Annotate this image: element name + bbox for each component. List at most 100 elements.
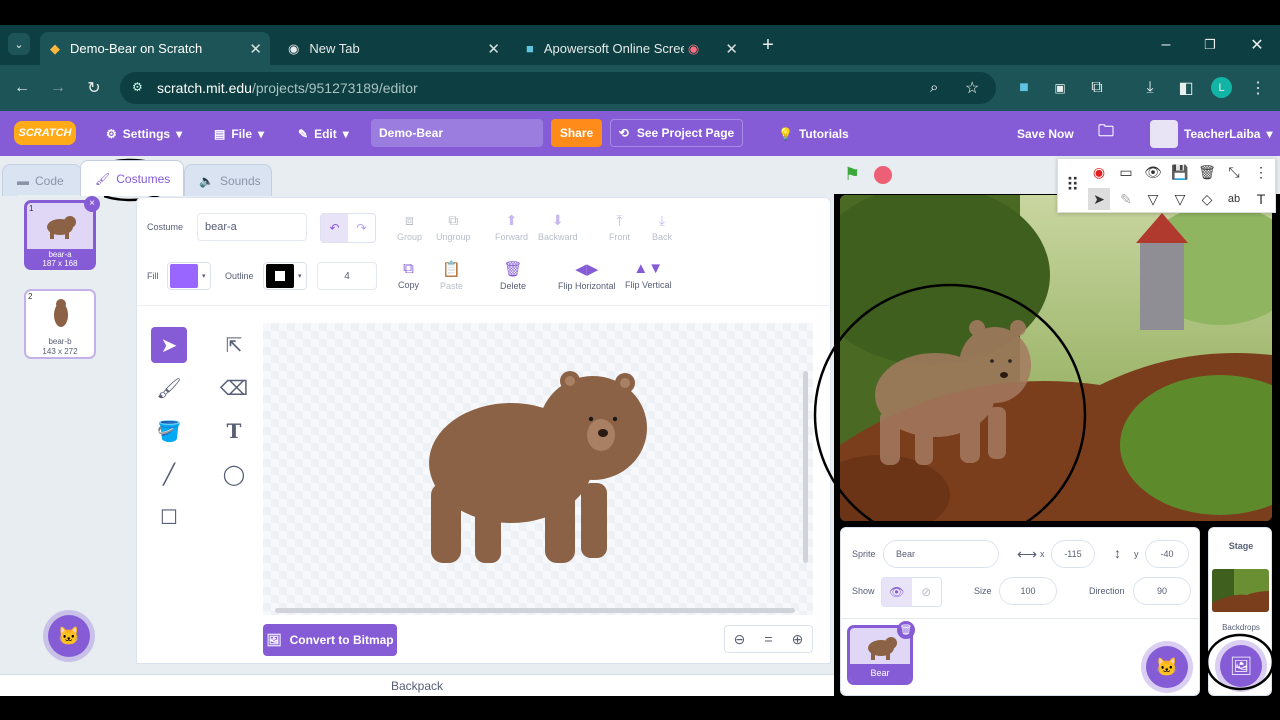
forward-icon[interactable]: → xyxy=(46,76,70,100)
highlighter-icon[interactable]: ▽ xyxy=(1142,188,1164,210)
reshape-tool-icon[interactable]: ⇱ xyxy=(216,327,252,363)
flip-vertical-button[interactable]: ▲▼ Flip Vertical xyxy=(625,260,672,290)
scratch-logo[interactable]: SCRATCH xyxy=(14,121,76,145)
fill-color-picker[interactable]: ▾ xyxy=(167,262,211,290)
marker-icon[interactable]: ▽ xyxy=(1169,188,1191,210)
puzzle-icon[interactable]: ⧉ xyxy=(1085,76,1109,100)
delete-costume-icon[interactable]: × xyxy=(84,196,100,212)
window-close-icon[interactable]: ✕ xyxy=(1245,33,1269,57)
undo-icon[interactable]: ↶ xyxy=(321,214,348,242)
copy-button[interactable]: ⧉ Copy xyxy=(398,260,419,290)
profile-avatar[interactable]: L xyxy=(1211,77,1232,98)
extension-icon[interactable]: ▣ xyxy=(1048,76,1072,100)
drag-handle-icon[interactable]: ⠿ xyxy=(1066,175,1079,196)
bookmark-star-icon[interactable]: ☆ xyxy=(965,78,979,98)
back-button[interactable]: ⤓ Back xyxy=(652,212,672,242)
pointer-icon[interactable]: ➤ xyxy=(1088,188,1110,210)
project-title-input[interactable]: Demo-Bear xyxy=(371,119,543,147)
account-menu[interactable]: TeacherLaiba ▾ xyxy=(1150,111,1273,156)
edit-menu[interactable]: ✎ Edit ▾ xyxy=(298,111,349,156)
settings-menu[interactable]: ⚙ Settings ▾ xyxy=(106,111,182,156)
hide-eye-icon[interactable]: ⊘ xyxy=(912,578,942,606)
choose-costume-button[interactable]: 🐱 xyxy=(48,615,90,657)
paste-button[interactable]: 📋 Paste xyxy=(440,260,463,291)
rectangle-tool-icon[interactable]: ☐ xyxy=(151,499,187,535)
circle-tool-icon[interactable]: ◯ xyxy=(216,456,252,492)
browser-tab-apowersoft[interactable]: ■ Apowersoft Online Screen R ◉ ✕ xyxy=(516,32,746,65)
apowersoft-extension-icon[interactable]: ■ xyxy=(1012,76,1036,100)
address-bar[interactable]: ⚙ scratch.mit.edu/projects/951273189/edi… xyxy=(120,72,996,104)
back-icon[interactable]: ← xyxy=(10,76,34,100)
sprite-name-input[interactable]: Bear xyxy=(883,540,999,568)
costume-tile-2[interactable]: 2 bear-b 143 x 272 xyxy=(24,289,96,359)
reload-icon[interactable]: ↻ xyxy=(82,76,106,100)
show-eye-icon[interactable]: 👁 xyxy=(882,578,912,606)
costume-name-input[interactable]: bear-a xyxy=(197,213,307,241)
size-input[interactable]: 100 xyxy=(999,577,1057,605)
delete-sprite-icon[interactable]: 🗑 xyxy=(897,621,915,639)
eye-icon[interactable]: 👁 xyxy=(1142,161,1164,183)
record-icon[interactable]: ◉ xyxy=(1088,161,1110,183)
line-tool-icon[interactable]: ╱ xyxy=(151,456,187,492)
outline-color-picker[interactable]: ▾ xyxy=(263,262,307,290)
backward-button[interactable]: ⬇ Backward xyxy=(538,212,578,242)
delete-button[interactable]: 🗑 Delete xyxy=(500,260,526,291)
costume-tile-1[interactable]: 1 × bear-a 187 x 168 xyxy=(24,196,100,270)
restore-icon[interactable]: ❐ xyxy=(1198,33,1222,57)
tutorials-menu[interactable]: 💡 Tutorials xyxy=(778,111,849,156)
file-menu[interactable]: ▤ File ▾ xyxy=(214,111,264,156)
select-tool-icon[interactable]: ➤ xyxy=(151,327,187,363)
eraser-icon[interactable]: ◇ xyxy=(1196,188,1218,210)
tab-sounds[interactable]: 🔈 Sounds xyxy=(184,164,272,196)
horizontal-scrollbar[interactable] xyxy=(275,608,795,613)
browser-tab-newtab[interactable]: ◉ New Tab ✕ xyxy=(278,32,508,65)
browser-menu-icon[interactable]: ⋮ xyxy=(1246,76,1270,100)
text-icon[interactable]: T xyxy=(1250,188,1272,210)
choose-sprite-button[interactable]: 🐱 xyxy=(1146,646,1188,688)
backpack-bar[interactable]: Backpack xyxy=(0,674,834,696)
redo-icon[interactable]: ↷ xyxy=(348,214,375,242)
flip-horizontal-button[interactable]: ◀▶ Flip Horizontal xyxy=(558,260,616,291)
x-input[interactable]: -115 xyxy=(1051,540,1095,568)
new-tab-icon[interactable]: + xyxy=(756,33,780,57)
my-stuff-folder-icon[interactable]: 🗀 xyxy=(1098,111,1114,156)
sidepanel-icon[interactable]: ◧ xyxy=(1174,76,1198,100)
zoom-in-icon[interactable]: ⊕ xyxy=(783,626,812,652)
convert-to-bitmap-button[interactable]: 🖼 Convert to Bitmap xyxy=(263,624,397,656)
text-tool-icon[interactable]: T xyxy=(216,413,252,449)
share-button[interactable]: Share xyxy=(551,119,602,147)
pen-icon[interactable]: ✎ xyxy=(1115,188,1137,210)
eraser-tool-icon[interactable]: ⌫ xyxy=(216,370,252,406)
download-icon[interactable]: ⤓ xyxy=(1138,76,1162,100)
collapse-icon[interactable]: ⤡ xyxy=(1223,161,1245,183)
close-tab-icon[interactable]: ✕ xyxy=(249,40,262,58)
minimize-icon[interactable]: – xyxy=(1154,33,1178,57)
stop-icon[interactable] xyxy=(874,166,892,184)
trash-icon[interactable]: 🗑 xyxy=(1196,161,1218,183)
green-flag-icon[interactable]: ⚑ xyxy=(844,164,860,185)
zoom-reset-icon[interactable]: = xyxy=(754,626,783,652)
more-icon[interactable]: ⋮ xyxy=(1250,161,1272,183)
ungroup-button[interactable]: ⧉ Ungroup xyxy=(436,212,471,242)
direction-input[interactable]: 90 xyxy=(1133,577,1191,605)
close-tab-icon[interactable]: ✕ xyxy=(725,40,738,58)
save-now-button[interactable]: Save Now xyxy=(1017,111,1074,156)
stage-thumbnail[interactable] xyxy=(1212,569,1269,612)
group-button[interactable]: ⧈ Group xyxy=(397,212,422,242)
text-style-icon[interactable]: ab xyxy=(1223,188,1245,210)
save-icon[interactable]: 💾 xyxy=(1169,161,1191,183)
paint-canvas[interactable] xyxy=(263,323,813,615)
outline-width-input[interactable]: 4 xyxy=(317,262,377,290)
zoom-out-icon[interactable]: ⊖ xyxy=(725,626,754,652)
y-input[interactable]: -40 xyxy=(1145,540,1189,568)
forward-button[interactable]: ⬆ Forward xyxy=(495,212,528,242)
tab-search-icon[interactable]: ⌄ xyxy=(8,33,30,55)
tab-code[interactable]: ▬ Code xyxy=(2,164,82,196)
close-tab-icon[interactable]: ✕ xyxy=(487,40,500,58)
brush-tool-icon[interactable]: 🖌 xyxy=(151,370,187,406)
site-info-icon[interactable]: ⚙ xyxy=(132,80,143,94)
browser-tab-scratch[interactable]: ◆ Demo-Bear on Scratch ✕ xyxy=(40,32,270,65)
front-button[interactable]: ⤒ Front xyxy=(609,212,630,242)
vertical-scrollbar[interactable] xyxy=(803,371,808,563)
zoom-icon[interactable]: ⌕ xyxy=(930,79,938,96)
